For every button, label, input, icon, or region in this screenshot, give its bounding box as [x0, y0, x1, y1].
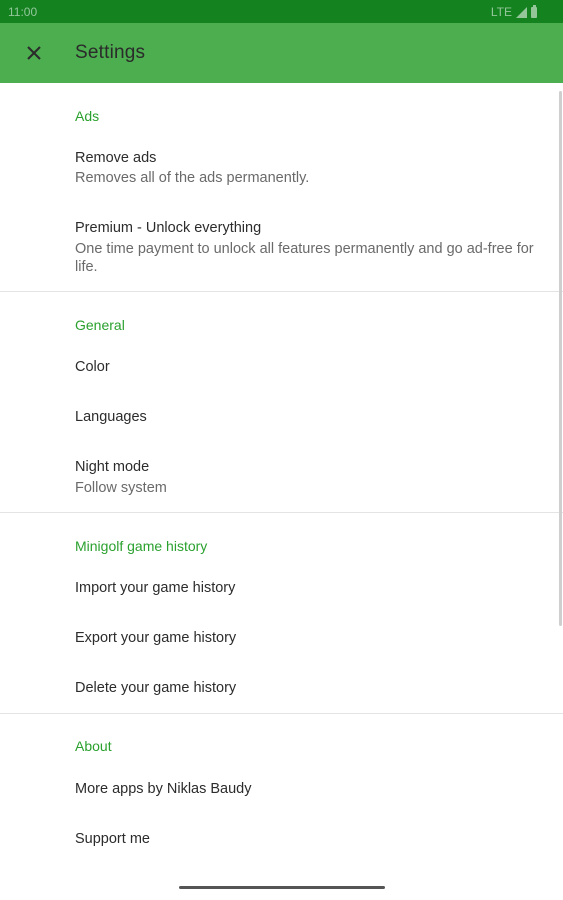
pref-premium[interactable]: Premium - Unlock everything One time pay…	[0, 208, 558, 288]
section-header-general: General	[75, 317, 125, 333]
scrollbar[interactable]	[559, 91, 562, 626]
pref-summary: One time payment to unlock all features …	[75, 241, 534, 275]
pref-title: More apps by Niklas Baudy	[75, 781, 252, 797]
close-icon	[27, 46, 41, 60]
pref-title: Support me	[75, 831, 150, 847]
battery-icon	[531, 4, 537, 18]
pref-export-history[interactable]: Export your game history	[0, 618, 558, 666]
pref-remove-ads[interactable]: Remove ads Removes all of the ads perman…	[0, 138, 558, 198]
gesture-nav-handle[interactable]	[179, 886, 385, 889]
pref-night-mode[interactable]: Night mode Follow system	[0, 447, 558, 509]
status-indicators: LTE	[490, 4, 537, 19]
pref-summary: Removes all of the ads permanently.	[75, 170, 310, 186]
pref-support-me[interactable]: Support me	[0, 819, 558, 867]
pref-title: Export your game history	[75, 630, 237, 646]
pref-title: Night mode	[75, 459, 150, 475]
pref-more-apps[interactable]: More apps by Niklas Baudy	[0, 769, 558, 817]
settings-list[interactable]: Ads Remove ads Removes all of the ads pe…	[0, 83, 563, 900]
section-divider	[0, 291, 563, 292]
pref-title: Import your game history	[75, 580, 236, 596]
pref-title: Languages	[75, 409, 147, 425]
signal-icon	[516, 6, 527, 18]
network-type: LTE	[490, 5, 512, 19]
pref-delete-history[interactable]: Delete your game history	[0, 668, 558, 716]
close-button[interactable]	[14, 33, 54, 73]
app-bar: Settings	[0, 23, 563, 83]
pref-title: Premium - Unlock everything	[75, 220, 262, 236]
pref-color[interactable]: Color	[0, 347, 558, 395]
section-header-about: About	[75, 738, 112, 754]
pref-import-history[interactable]: Import your game history	[0, 568, 558, 616]
settings-screen: 11:00 LTE Settings Ads Remove ads Remove…	[0, 0, 563, 900]
pref-title: Delete your game history	[75, 680, 237, 696]
pref-title: Remove ads	[75, 150, 157, 166]
page-title: Settings	[75, 42, 146, 63]
status-time: 11:00	[8, 5, 38, 19]
section-header-history: Minigolf game history	[75, 538, 208, 554]
section-divider	[0, 713, 563, 714]
pref-languages[interactable]: Languages	[0, 397, 558, 445]
section-divider	[0, 512, 563, 513]
pref-summary: Follow system	[75, 480, 167, 496]
status-bar: 11:00 LTE	[0, 0, 563, 23]
section-header-ads: Ads	[75, 108, 100, 124]
pref-title: Color	[75, 359, 110, 375]
